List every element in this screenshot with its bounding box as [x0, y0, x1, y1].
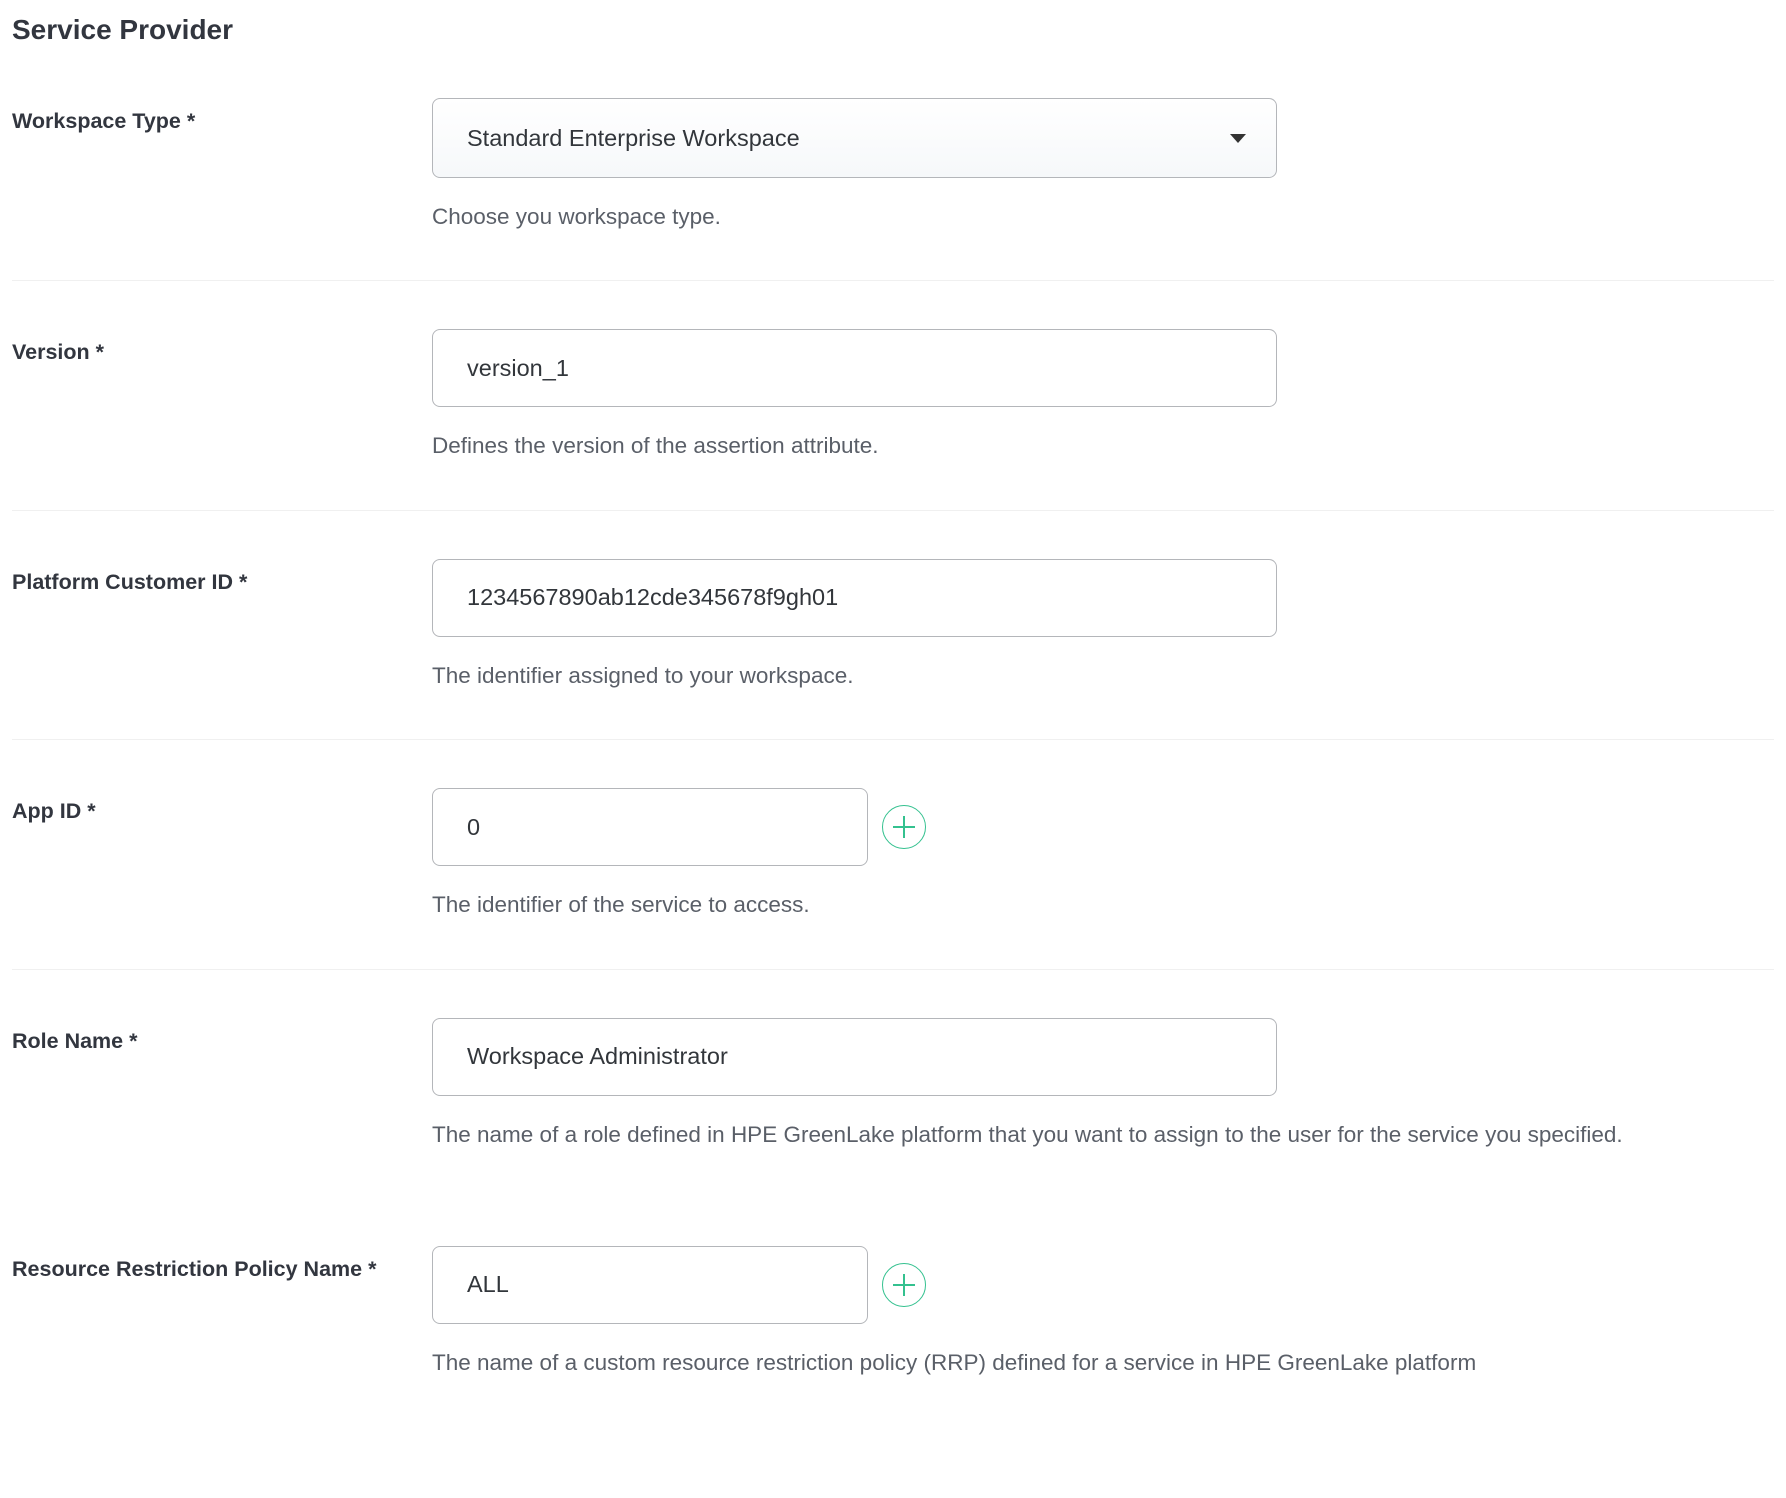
row-role-name: Role Name * The name of a role defined i…	[12, 1018, 1774, 1198]
role-name-label: Role Name *	[12, 1028, 432, 1056]
version-helper: Defines the version of the assertion att…	[432, 431, 1774, 461]
app-id-helper: The identifier of the service to access.	[432, 890, 1774, 920]
app-id-input[interactable]	[432, 788, 868, 866]
row-rrp-name: Resource Restriction Policy Name * The n…	[12, 1246, 1774, 1426]
chevron-down-icon	[1230, 134, 1246, 143]
workspace-type-value: Standard Enterprise Workspace	[467, 125, 800, 152]
workspace-type-helper: Choose you workspace type.	[432, 202, 1774, 232]
role-name-helper: The name of a role defined in HPE GreenL…	[432, 1120, 1774, 1150]
add-app-id-button[interactable]	[882, 805, 926, 849]
rrp-name-label: Resource Restriction Policy Name *	[12, 1256, 432, 1284]
version-input[interactable]	[432, 329, 1277, 407]
workspace-type-select[interactable]: Standard Enterprise Workspace	[432, 98, 1277, 178]
role-name-input[interactable]	[432, 1018, 1277, 1096]
platform-customer-id-helper: The identifier assigned to your workspac…	[432, 661, 1774, 691]
row-app-id: App ID * The identifier of the service t…	[12, 788, 1774, 969]
rrp-name-input[interactable]	[432, 1246, 868, 1324]
app-id-label: App ID *	[12, 798, 432, 826]
section-title: Service Provider	[12, 14, 1774, 46]
row-version: Version * Defines the version of the ass…	[12, 329, 1774, 510]
platform-customer-id-input[interactable]	[432, 559, 1277, 637]
row-workspace-type: Workspace Type * Standard Enterprise Wor…	[12, 98, 1774, 281]
add-rrp-button[interactable]	[882, 1263, 926, 1307]
platform-customer-id-label: Platform Customer ID *	[12, 569, 432, 597]
row-platform-customer-id: Platform Customer ID * The identifier as…	[12, 559, 1774, 740]
rrp-name-helper: The name of a custom resource restrictio…	[432, 1348, 1774, 1378]
workspace-type-label: Workspace Type *	[12, 108, 432, 136]
version-label: Version *	[12, 339, 432, 367]
